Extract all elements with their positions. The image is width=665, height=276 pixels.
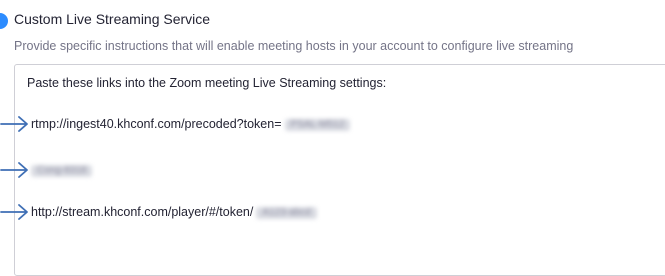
stream-key-line: Cong-8318 [31,162,93,178]
player-token-redacted: A123-abcd [256,207,317,219]
instructions-textarea[interactable]: Paste these links into the Zoom meeting … [14,64,665,276]
instructions-intro: Paste these links into the Zoom meeting … [27,76,387,90]
arrow-right-icon [0,116,28,132]
custom-live-streaming-setting: Custom Live Streaming Service Provide sp… [0,0,665,276]
player-url-line: http://stream.khconf.com/player/#/token/… [31,204,317,220]
arrow-right-icon [0,162,28,178]
rtmp-url-text: rtmp://ingest40.khconf.com/precoded?toke… [31,117,282,131]
radio-selected-icon[interactable] [0,13,8,29]
rtmp-token-redacted: PSAL-M512 [284,119,351,131]
setting-title: Custom Live Streaming Service [14,11,211,27]
stream-key-redacted: Cong-8318 [31,165,93,177]
arrow-right-icon [0,204,28,220]
setting-description: Provide specific instructions that will … [14,39,574,53]
rtmp-url-line: rtmp://ingest40.khconf.com/precoded?toke… [31,116,351,132]
player-url-text: http://stream.khconf.com/player/#/token/ [31,205,254,219]
